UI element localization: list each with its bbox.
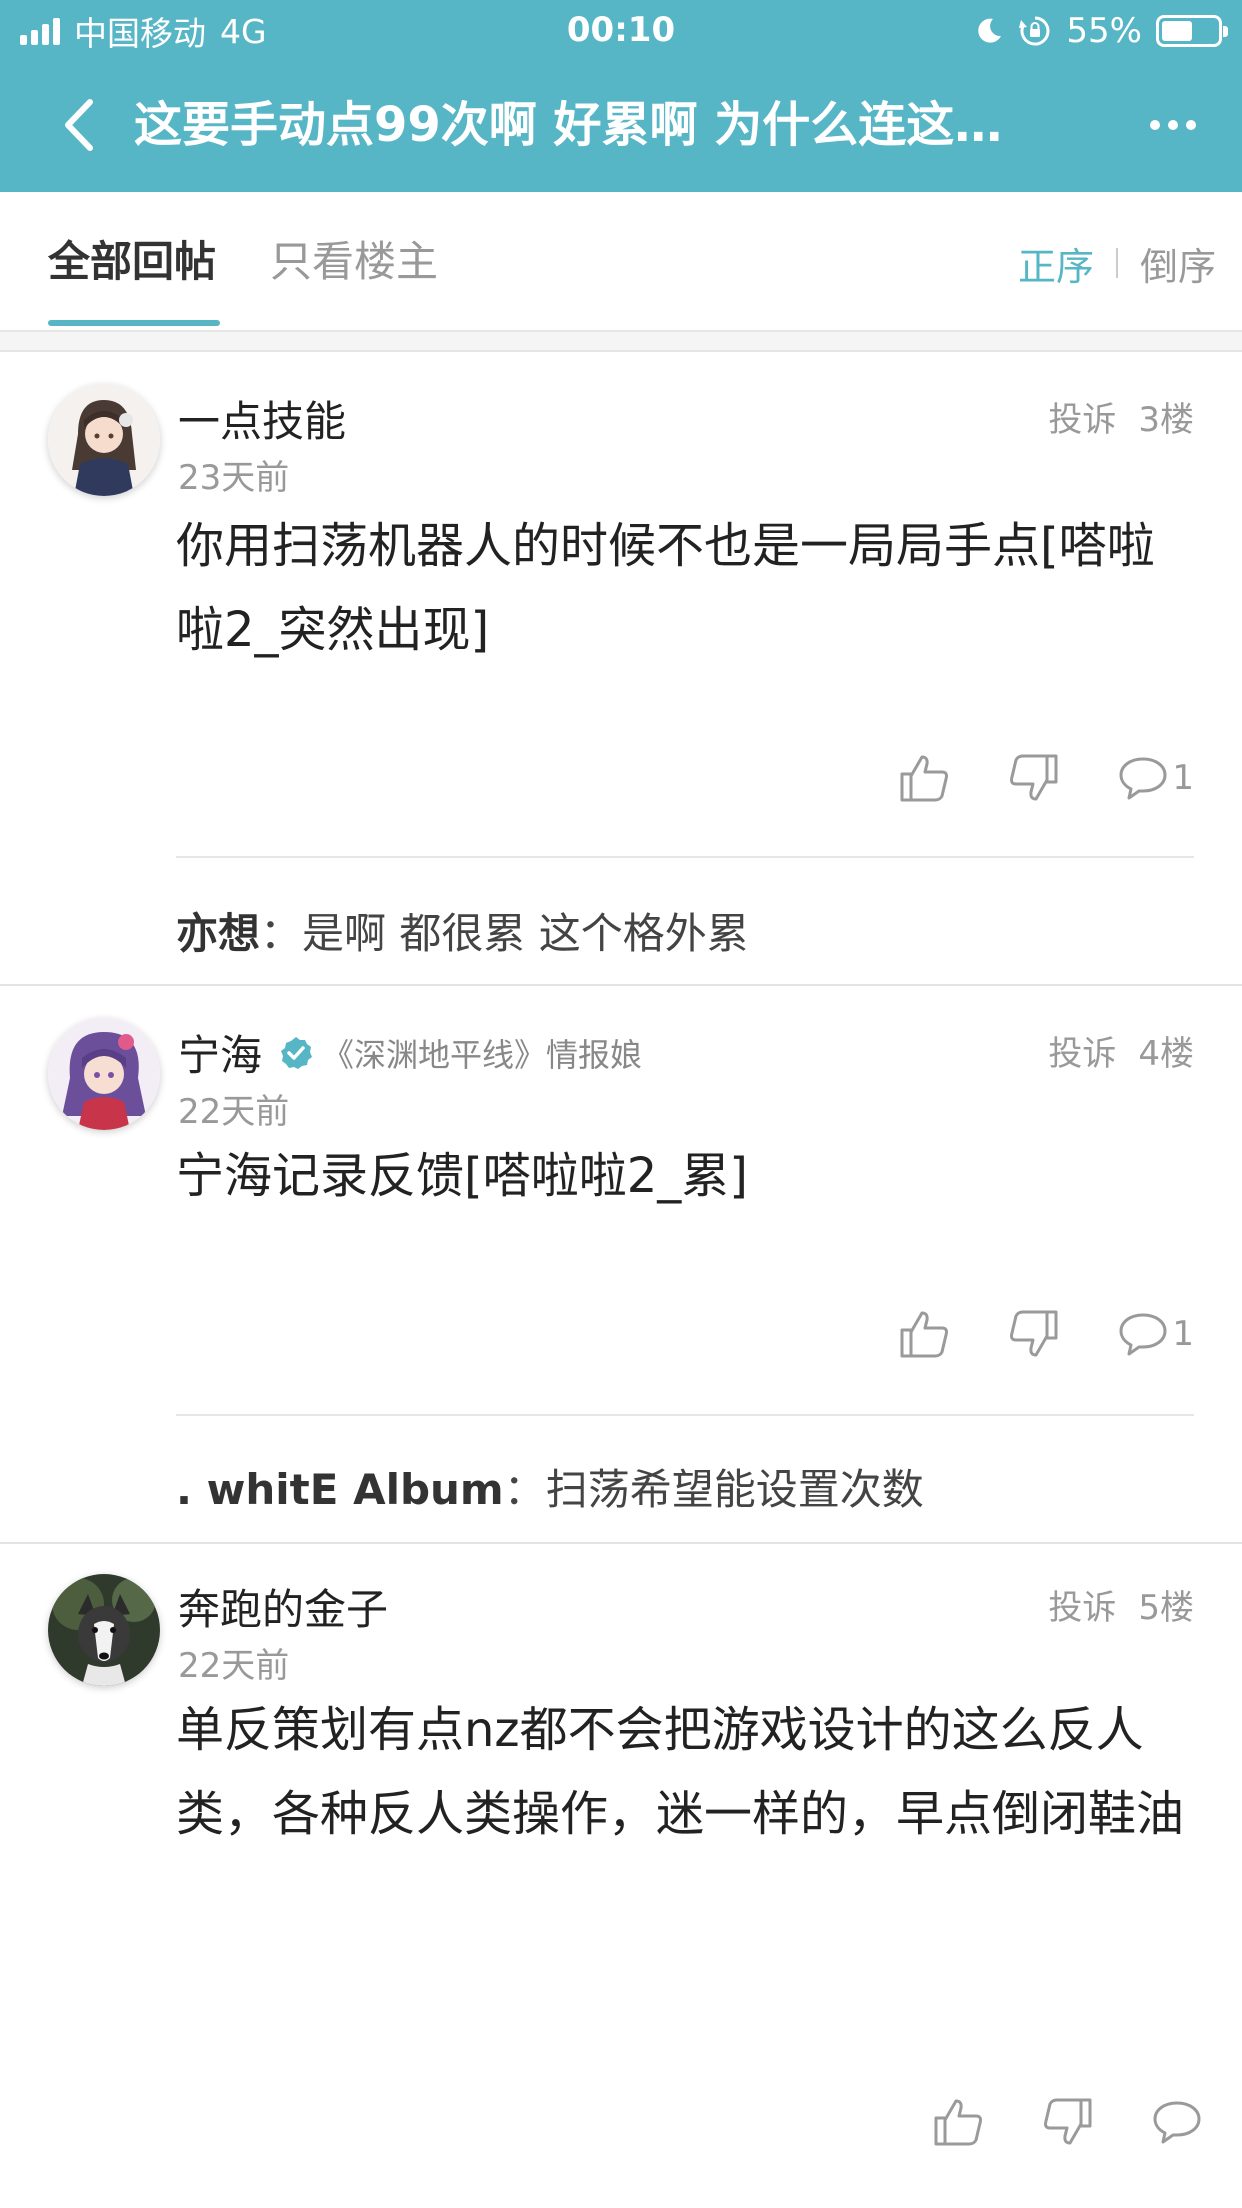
sort-asc-button[interactable]: 正序 xyxy=(1018,236,1094,291)
comment-count: 1 xyxy=(1172,758,1194,798)
status-right: 55% xyxy=(974,10,1228,52)
sort-toggle: 正序 倒序 xyxy=(1018,240,1216,289)
section-gap xyxy=(0,332,1242,352)
comment-button[interactable]: 1 xyxy=(1118,1311,1194,1357)
report-button[interactable]: 投诉 xyxy=(1048,1026,1116,1075)
dislike-button[interactable] xyxy=(1008,752,1060,804)
post-actions: 1 xyxy=(898,1306,1194,1362)
username[interactable]: 奔跑的金子 xyxy=(178,1576,388,1637)
post-actions xyxy=(932,2094,1206,2150)
like-button[interactable] xyxy=(898,1308,950,1360)
battery-icon xyxy=(1156,15,1228,47)
report-button[interactable]: 投诉 xyxy=(1048,1580,1116,1629)
floor-number: 5楼 xyxy=(1138,1588,1194,1628)
post-time: 22天前 xyxy=(178,1646,290,1686)
avatar-image xyxy=(48,1018,160,1130)
more-button[interactable] xyxy=(1140,92,1206,158)
top-header: 中国移动 4G 00:10 55% 这要手动点99次啊 好累啊 为什么连这… xyxy=(0,0,1242,192)
post-time: 23天前 xyxy=(178,458,290,498)
reply-text: 扫荡希望能设置次数 xyxy=(545,1465,924,1514)
thumbs-down-icon xyxy=(1010,1310,1058,1357)
reply-preview[interactable]: . whitE Album：扫荡希望能设置次数 xyxy=(176,1456,1186,1517)
back-button[interactable] xyxy=(48,92,108,158)
post-content: 宁海记录反馈[嗒啦啦2_累] xyxy=(176,1148,748,1204)
post-time: 22天前 xyxy=(178,1092,290,1132)
thumbs-up-icon xyxy=(934,2099,982,2146)
thumbs-down-icon xyxy=(1010,754,1058,801)
post-meta: 投诉 5楼 xyxy=(1048,1580,1194,1629)
reply-separator: ： xyxy=(260,909,303,958)
post-actions: 1 xyxy=(898,750,1194,806)
moon-icon xyxy=(978,18,1002,43)
sort-desc-button[interactable]: 倒序 xyxy=(1140,236,1216,291)
username-text: 一点技能 xyxy=(178,397,347,446)
reply-divider xyxy=(176,1414,1194,1416)
dislike-button[interactable] xyxy=(1008,1308,1060,1360)
report-button[interactable]: 投诉 xyxy=(1048,392,1116,441)
username-text: 奔跑的金子 xyxy=(178,1585,389,1634)
nav-bar: 这要手动点99次啊 好累啊 为什么连这… xyxy=(0,62,1242,192)
reply-text: 是啊 都很累 这个格外累 xyxy=(302,909,749,958)
floor-number: 4楼 xyxy=(1138,1034,1194,1074)
page-title: 这要手动点99次啊 好累啊 为什么连这… xyxy=(134,97,1003,153)
comment-icon xyxy=(1119,757,1167,800)
post-content: 单反策划有点nz都不会把游戏设计的这么反人类，各种反人类操作，迷一样的，早点倒闭… xyxy=(176,1702,1185,1842)
post-floor-4: 宁海 《深渊地平线》情报娘 22天前 投诉 4楼 宁海记录反馈[嗒啦啦2_累] xyxy=(0,988,1242,1544)
rotation-lock-icon xyxy=(1019,16,1050,46)
sort-divider xyxy=(1115,248,1118,278)
username[interactable]: 宁海 《深渊地平线》情报娘 xyxy=(178,1022,642,1083)
reply-preview[interactable]: 亦想：是啊 都很累 这个格外累 xyxy=(176,900,1186,961)
like-button[interactable] xyxy=(898,752,950,804)
status-bar: 中国移动 4G 00:10 55% xyxy=(0,0,1242,62)
chevron-left-icon xyxy=(65,99,93,151)
avatar[interactable] xyxy=(48,1018,160,1130)
tab-all-replies[interactable]: 全部回帖 xyxy=(48,232,216,292)
tab-op-only[interactable]: 只看楼主 xyxy=(270,232,438,292)
post-meta: 投诉 3楼 xyxy=(1048,392,1194,441)
avatar[interactable] xyxy=(48,384,160,496)
avatar-image xyxy=(48,1574,160,1686)
reply-tabs: 全部回帖 只看楼主 正序 倒序 xyxy=(0,192,1242,332)
post-meta: 投诉 4楼 xyxy=(1048,1026,1194,1075)
dislike-button[interactable] xyxy=(1042,2096,1094,2148)
comment-button[interactable] xyxy=(1152,2099,1206,2145)
post-floor-5: 奔跑的金子 22天前 投诉 5楼 单反策划有点nz都不会把游戏设计的这么反人类，… xyxy=(0,1546,1242,2208)
post-content: 你用扫荡机器人的时候不也是一局局手点[嗒啦啦2_突然出现] xyxy=(176,518,1155,658)
more-dot xyxy=(1150,120,1160,130)
reply-divider xyxy=(176,856,1194,858)
comment-button[interactable]: 1 xyxy=(1118,755,1194,801)
thumbs-up-icon xyxy=(900,1311,949,1358)
post-floor-3: 一点技能 23天前 投诉 3楼 你用扫荡机器人的时候不也是一局局手点[嗒啦啦2_… xyxy=(0,354,1242,986)
verified-badge-icon xyxy=(281,1036,313,1069)
thumbs-up-icon xyxy=(900,755,949,802)
battery-percent: 55% xyxy=(1066,11,1142,51)
thumbs-down-icon xyxy=(1044,2098,1092,2145)
username[interactable]: 一点技能 xyxy=(178,388,346,449)
comment-count: 1 xyxy=(1172,1314,1194,1354)
active-tab-indicator xyxy=(48,320,220,326)
username-text: 宁海 xyxy=(178,1031,263,1080)
more-dot xyxy=(1168,120,1178,130)
battery-level xyxy=(1162,21,1192,41)
reply-separator: ： xyxy=(503,1465,546,1514)
comment-icon xyxy=(1153,2101,1201,2144)
like-button[interactable] xyxy=(932,2096,984,2148)
avatar-image xyxy=(48,384,160,496)
floor-number: 3楼 xyxy=(1138,400,1194,440)
comment-icon xyxy=(1119,1313,1167,1356)
more-dot xyxy=(1186,120,1196,130)
reply-username: . whitE Album xyxy=(176,1465,504,1514)
user-badge: 《深渊地平线》情报娘 xyxy=(322,1035,643,1074)
avatar[interactable] xyxy=(48,1574,160,1686)
reply-username: 亦想 xyxy=(176,909,261,958)
